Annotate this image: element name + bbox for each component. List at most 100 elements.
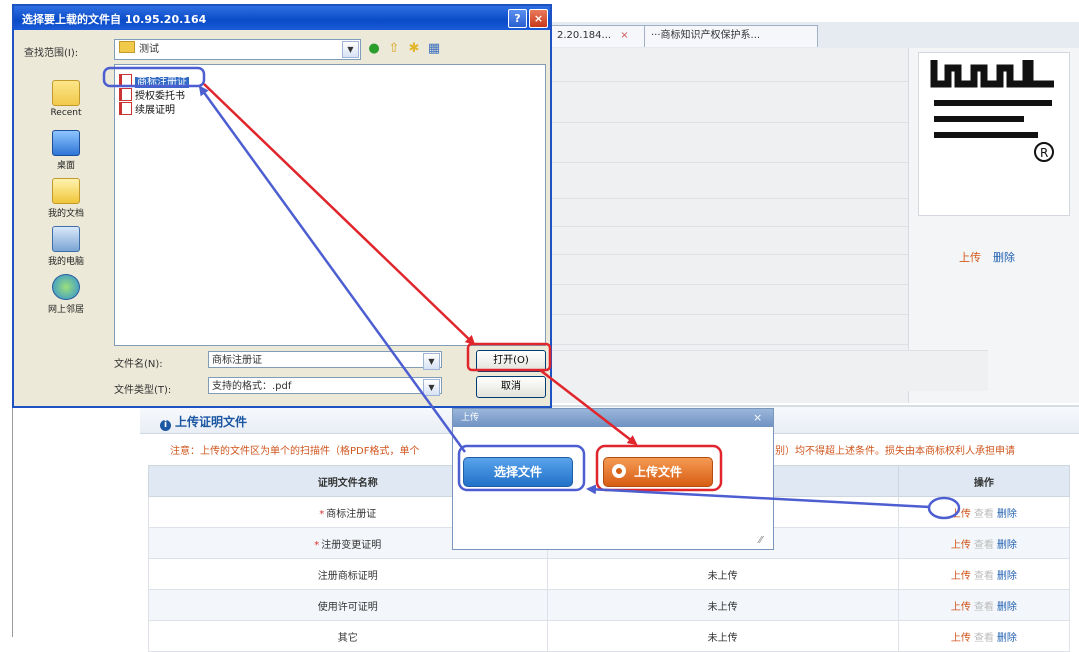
resize-grip-icon[interactable]: ⁄⁄ bbox=[759, 535, 762, 546]
file-open-dialog: 选择要上载的文件自 10.95.20.164 ? × 查找范围(I): 测试 ▼… bbox=[12, 4, 552, 408]
place-label: 桌面 bbox=[56, 161, 75, 171]
view-link[interactable]: 查看 bbox=[974, 571, 994, 582]
page-form-footer bbox=[548, 350, 988, 391]
recent-folder-icon bbox=[52, 80, 80, 106]
actions-cell: 上传 查看 删除 bbox=[897, 527, 1071, 559]
filetype-value: 支持的格式：.pdf bbox=[212, 381, 292, 392]
place-my-computer[interactable]: 我的电脑 bbox=[22, 226, 110, 267]
view-link[interactable]: 查看 bbox=[974, 633, 994, 644]
place-network[interactable]: 网上邻居 bbox=[22, 274, 110, 315]
chevron-down-icon[interactable]: ▼ bbox=[423, 379, 440, 396]
file-name: 商标注册证 bbox=[326, 508, 377, 520]
actions-cell: 上传 查看 删除 bbox=[897, 620, 1071, 652]
file-item-authorization[interactable]: 授权委托书 bbox=[119, 87, 185, 102]
place-desktop[interactable]: 桌面 bbox=[22, 130, 110, 171]
back-icon[interactable]: ● bbox=[366, 41, 382, 57]
place-my-documents[interactable]: 我的文档 bbox=[22, 178, 110, 219]
upload-file-button[interactable]: 上传文件 bbox=[603, 457, 713, 487]
browser-tab-label: ···商标知识产权保护系... bbox=[651, 30, 761, 41]
upload-link[interactable]: 上传 bbox=[951, 509, 971, 520]
file-list: 商标注册证 授权委托书 续展证明 bbox=[114, 64, 546, 346]
chevron-down-icon[interactable]: ▼ bbox=[423, 353, 440, 370]
actions-cell: 上传 查看 删除 bbox=[897, 589, 1071, 621]
delete-link[interactable]: 删除 bbox=[997, 571, 1017, 582]
table-row: 注册商标证明 未上传 上传 查看 删除 bbox=[148, 558, 1071, 590]
upload-link[interactable]: 上传 bbox=[951, 540, 971, 551]
upload-status: 未上传 bbox=[546, 589, 899, 621]
table-row: 其它 未上传 上传 查看 删除 bbox=[148, 620, 1071, 652]
file-item-trademark-certificate[interactable]: 商标注册证 bbox=[119, 73, 189, 88]
new-folder-icon[interactable]: ✱ bbox=[406, 41, 422, 57]
dialog-titlebar: 选择要上载的文件自 10.95.20.164 ? × bbox=[14, 6, 550, 30]
svg-text:R: R bbox=[1040, 146, 1048, 160]
place-recent[interactable]: Recent bbox=[22, 80, 110, 118]
dialog-title: 选择要上载的文件自 10.95.20.164 bbox=[22, 13, 207, 26]
filetype-label: 文件类型(T): bbox=[114, 385, 172, 396]
upload-popup-title: 上传 bbox=[461, 413, 480, 423]
file-item-renewal[interactable]: 续展证明 bbox=[119, 101, 175, 116]
look-in-value: 测试 bbox=[139, 44, 159, 55]
place-label: 我的电脑 bbox=[47, 257, 84, 267]
upload-proof-title: i 上传证明文件 bbox=[160, 413, 247, 431]
filetype-dropdown[interactable]: 支持的格式：.pdf ▼ bbox=[208, 377, 442, 396]
actions-cell: 上传 查看 删除 bbox=[897, 496, 1071, 528]
view-link[interactable]: 查看 bbox=[974, 540, 994, 551]
open-button[interactable]: 打开(O) bbox=[476, 350, 546, 372]
file-name: 使用许可证明 bbox=[317, 601, 378, 613]
filename-field[interactable]: 商标注册证 ▼ bbox=[208, 351, 442, 370]
desktop-icon bbox=[52, 130, 80, 156]
folder-icon bbox=[119, 41, 135, 53]
look-in-dropdown[interactable]: 测试 ▼ bbox=[114, 39, 361, 60]
upload-notice-text: 注意：上传的文件区为单个的扫描件（格PDF格式，单个 bbox=[170, 446, 420, 457]
up-folder-icon[interactable]: ⇧ bbox=[386, 41, 402, 57]
upload-popup-dialog: 上传 × 选择文件 上传文件 ⁄⁄ bbox=[452, 408, 774, 550]
view-menu-icon[interactable]: ▦ bbox=[426, 41, 442, 57]
filename-label: 文件名(N): bbox=[114, 359, 163, 370]
required-marker: * bbox=[314, 539, 320, 551]
look-in-label: 查找范围(I): bbox=[24, 48, 79, 59]
view-link[interactable]: 查看 bbox=[974, 602, 994, 613]
upload-popup-titlebar: 上传 × bbox=[453, 409, 773, 427]
trademark-logo-image: R bbox=[930, 60, 1054, 162]
close-icon[interactable]: × bbox=[753, 409, 762, 427]
close-icon[interactable]: × bbox=[529, 9, 548, 28]
upload-link[interactable]: 上传 bbox=[951, 602, 971, 613]
info-icon: i bbox=[160, 420, 171, 431]
delete-link[interactable]: 删除 bbox=[997, 602, 1017, 613]
view-link[interactable]: 查看 bbox=[974, 509, 994, 520]
trademark-upload-link[interactable]: 上传 bbox=[959, 249, 981, 265]
upload-status: 未上传 bbox=[546, 620, 899, 652]
upload-notice-text-continued: 别）均不得超上述条件。损失由本商标权利人承担申请 bbox=[775, 446, 1015, 457]
file-name-cell: 使用许可证明 bbox=[148, 589, 548, 621]
pdf-file-icon bbox=[119, 102, 132, 115]
choose-file-button[interactable]: 选择文件 bbox=[463, 457, 573, 487]
documents-folder-icon bbox=[52, 178, 80, 204]
upload-proof-title-text: 上传证明文件 bbox=[175, 415, 248, 429]
delete-link[interactable]: 删除 bbox=[997, 509, 1017, 520]
file-name-cell: 其它 bbox=[148, 620, 548, 652]
delete-link[interactable]: 删除 bbox=[997, 540, 1017, 551]
file-item-label: 续展证明 bbox=[135, 105, 175, 116]
help-icon[interactable]: ? bbox=[508, 9, 527, 28]
table-row: 使用许可证明 未上传 上传 查看 删除 bbox=[148, 589, 1071, 621]
browser-tab-trademark-system[interactable]: ···商标知识产权保护系... bbox=[644, 25, 818, 47]
record-icon bbox=[612, 464, 626, 478]
browser-tab-bar: 2.20.184... × ···商标知识产权保护系... bbox=[540, 22, 1079, 49]
tab-close-icon[interactable]: × bbox=[620, 30, 628, 41]
column-header-actions: 操作 bbox=[897, 465, 1071, 497]
place-label: 我的文档 bbox=[47, 209, 84, 219]
chevron-down-icon[interactable]: ▼ bbox=[342, 41, 359, 58]
actions-cell: 上传 查看 删除 bbox=[897, 558, 1071, 590]
network-globe-icon bbox=[52, 274, 80, 300]
delete-link[interactable]: 删除 bbox=[997, 633, 1017, 644]
upload-link[interactable]: 上传 bbox=[951, 571, 971, 582]
filename-value: 商标注册证 bbox=[212, 355, 262, 366]
upload-link[interactable]: 上传 bbox=[951, 633, 971, 644]
trademark-delete-link[interactable]: 删除 bbox=[993, 249, 1015, 265]
browser-tab-server[interactable]: 2.20.184... × bbox=[550, 25, 656, 47]
cancel-button[interactable]: 取消 bbox=[476, 376, 546, 398]
pdf-file-icon bbox=[119, 74, 132, 87]
computer-icon bbox=[52, 226, 80, 252]
places-bar: Recent 桌面 我的文档 我的电脑 网上邻居 bbox=[22, 64, 110, 324]
place-label: Recent bbox=[50, 108, 82, 118]
